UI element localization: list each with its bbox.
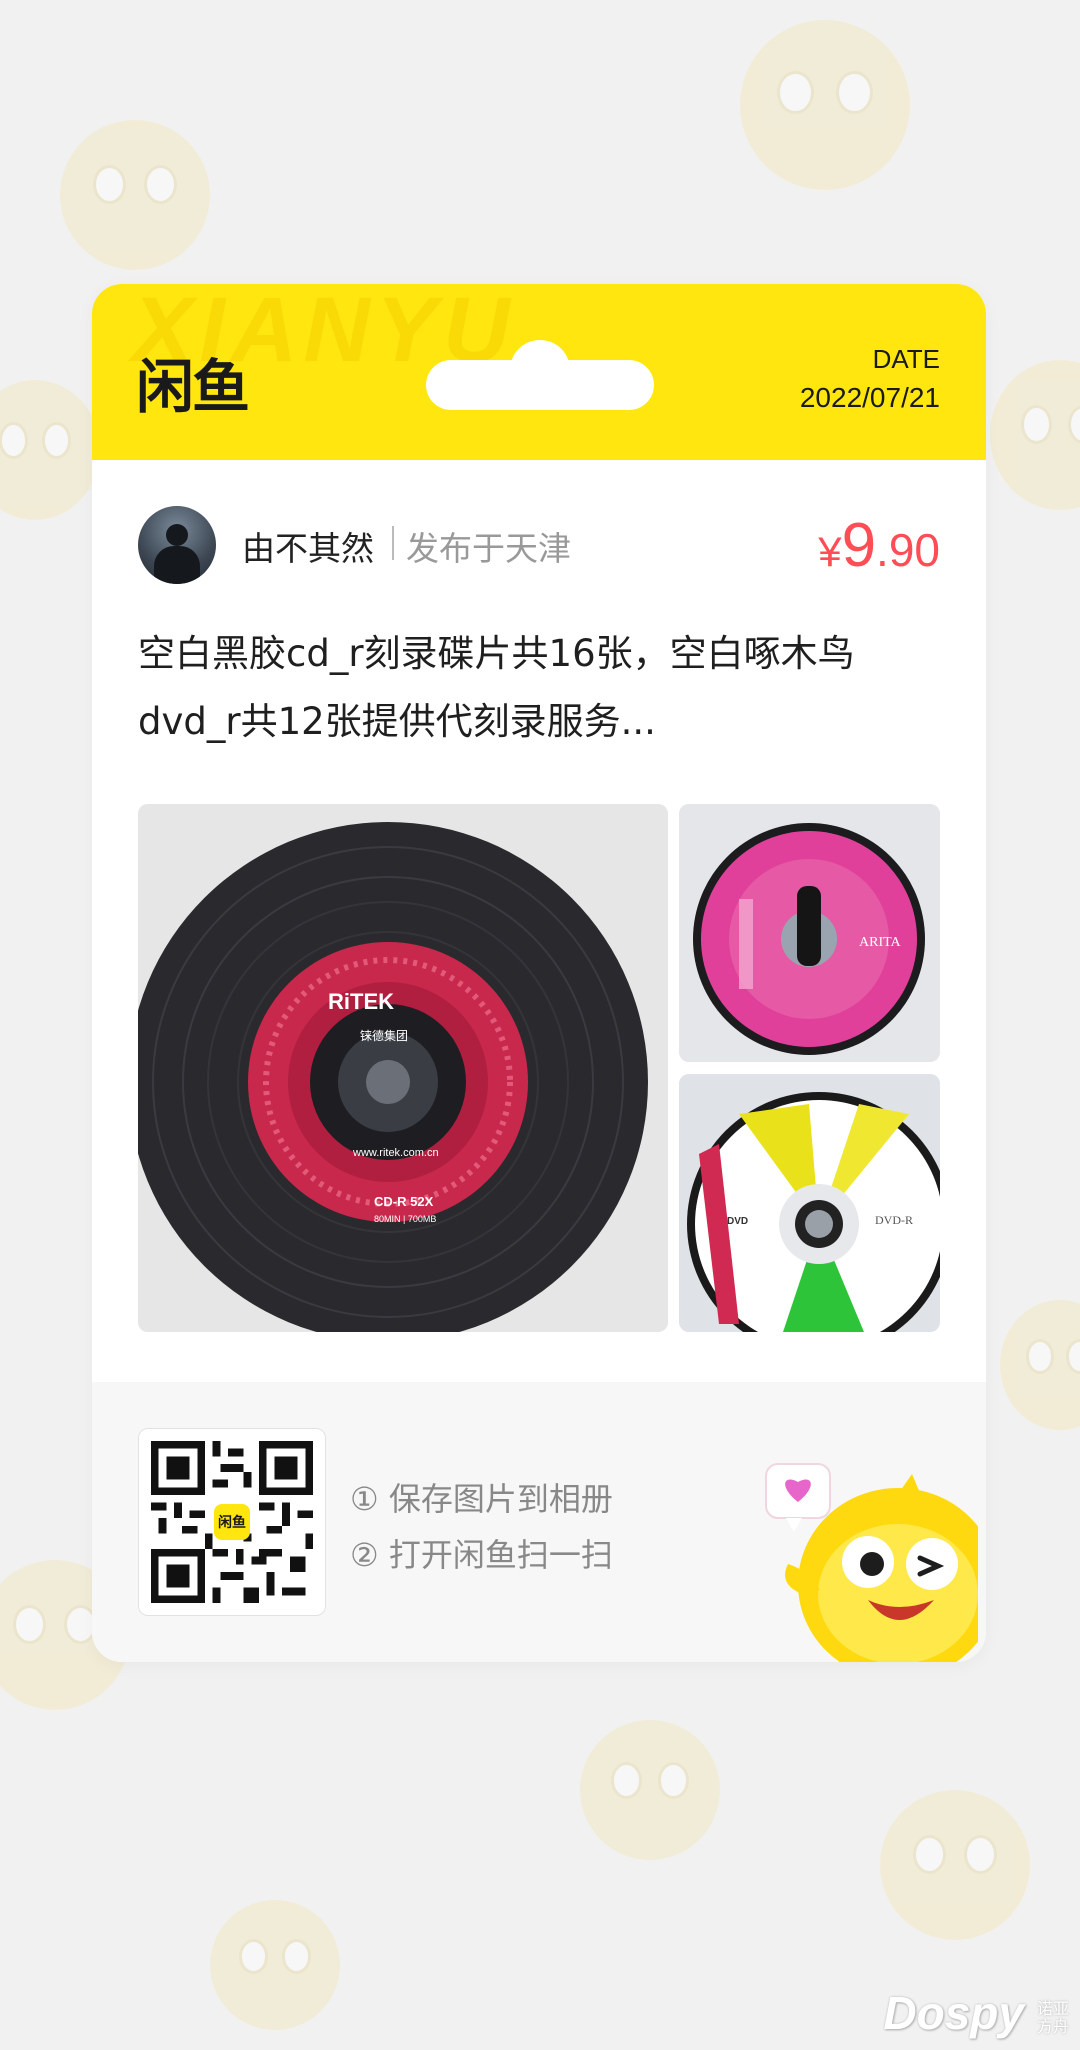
background-mascot-face — [740, 20, 910, 190]
mascot-fish-illustration — [765, 1463, 978, 1662]
cd-type-text: CD-R 52X — [374, 1194, 434, 1209]
price-currency: ¥ — [818, 528, 842, 575]
publish-location: 发布于天津 — [406, 529, 571, 568]
price-decimal: .90 — [876, 524, 940, 576]
seller-avatar[interactable] — [138, 506, 216, 584]
background-mascot-face — [60, 120, 210, 270]
cd-capacity-text: 80MIN | 700MB — [374, 1214, 436, 1224]
price-integer: 9 — [841, 511, 877, 580]
date-value: 2022/07/21 — [799, 382, 940, 413]
instruction-scan-app: ② 打开闲鱼扫一扫 — [350, 1536, 613, 1574]
pink-disc-brand: ARITA — [859, 935, 902, 950]
qr-center-logo: 闲鱼 — [214, 1504, 250, 1540]
cd-cn-text: 铼德集团 — [360, 1028, 408, 1043]
dospy-watermark-sub: 诺亚方舟 — [1036, 1999, 1069, 2036]
background-mascot-face — [990, 360, 1080, 510]
item-photo-main[interactable]: RiTEK 铼德集团 www.ritek.com.cn CD-R 52X 80M… — [138, 804, 668, 1332]
instruction-save-image: ① 保存图片到相册 — [350, 1480, 613, 1518]
item-price: ¥9.90 — [818, 510, 940, 581]
cd-brand-text: RiTEK — [328, 989, 394, 1014]
qr-code[interactable]: 闲鱼 — [138, 1428, 326, 1616]
card-header: XIANYU 闲鱼 DATE 2022/07/21 — [92, 284, 986, 460]
background-mascot-face — [1000, 1300, 1080, 1430]
black-cd-image: RiTEK 铼德集团 www.ritek.com.cn CD-R 52X 80M… — [138, 804, 668, 1332]
background-mascot-face — [580, 1720, 720, 1860]
item-photo-2[interactable]: ARITA — [679, 804, 940, 1062]
name-divider — [392, 526, 394, 560]
share-card: XIANYU 闲鱼 DATE 2022/07/21 由不其然 发布于天津 ¥9.… — [92, 284, 986, 1662]
background-mascot-face — [210, 1900, 340, 2030]
dvd-disc-image: DVD-R DVD — [679, 1074, 940, 1332]
dvd-type-text: DVD-R — [875, 1213, 913, 1227]
background-mascot-face — [880, 1790, 1030, 1940]
header-notch — [426, 340, 654, 410]
xianyu-logo: 闲鱼 — [136, 353, 250, 421]
date-label: DATE — [872, 344, 940, 374]
dospy-watermark: Dospy — [883, 1987, 1024, 2039]
item-photo-3[interactable]: DVD-R DVD — [679, 1074, 940, 1332]
seller-name[interactable]: 由不其然 — [242, 522, 374, 570]
pink-disc-image: ARITA — [679, 804, 940, 1062]
item-description: 空白黑胶cd_r刻录碟片共16张，空白啄木鸟dvd_r共12张提供代刻录服务..… — [138, 632, 855, 743]
cd-url-text: www.ritek.com.cn — [352, 1147, 439, 1159]
background-mascot-face — [0, 380, 100, 520]
dvd-logo-text: DVD — [727, 1216, 748, 1227]
